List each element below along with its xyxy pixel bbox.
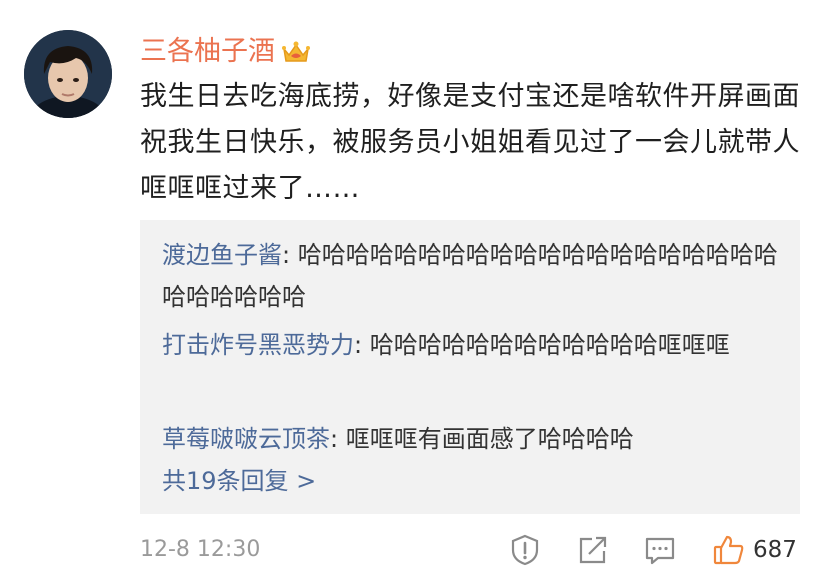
crown-badge-icon: [282, 41, 310, 62]
reply-separator: :: [282, 241, 298, 269]
reply-box[interactable]: 渡边鱼子酱: 哈哈哈哈哈哈哈哈哈哈哈哈哈哈哈哈哈哈哈哈哈哈哈哈哈哈 打击炸号黑恶…: [140, 220, 800, 514]
reply-item[interactable]: 打击炸号黑恶势力: 哈哈哈哈哈哈哈哈哈哈哈哈哐哐哐: [162, 324, 782, 366]
reply-separator: :: [354, 331, 370, 359]
reply-separator: :: [330, 425, 346, 453]
avatar[interactable]: [24, 30, 112, 118]
reply-text: 哐哐哐有画面感了哈哈哈哈: [345, 425, 634, 453]
reply-item[interactable]: 草莓啵啵云顶茶: 哐哐哐有画面感了哈哈哈哈: [162, 418, 782, 460]
comment-card: 三各柚子酒 我生日去吃海底捞，好像是支付宝还是啥软件开屏画面祝我生日快乐，被服务…: [0, 0, 828, 575]
share-icon[interactable]: [576, 533, 610, 567]
comment-icon[interactable]: [643, 533, 677, 567]
avatar-image: [24, 30, 112, 118]
username[interactable]: 三各柚子酒: [140, 34, 275, 70]
report-icon[interactable]: [508, 533, 542, 567]
comment-text: 我生日去吃海底捞，好像是支付宝还是啥软件开屏画面祝我生日快乐，被服务员小姐姐看见…: [140, 81, 800, 204]
reply-author[interactable]: 草莓啵啵云顶茶: [162, 425, 330, 453]
more-replies-link[interactable]: 共19条回复 >: [162, 464, 316, 498]
comment-time: 12-8 12:30: [140, 537, 261, 562]
reply-item[interactable]: 渡边鱼子酱: 哈哈哈哈哈哈哈哈哈哈哈哈哈哈哈哈哈哈哈哈哈哈哈哈哈哈: [162, 234, 782, 318]
username-row[interactable]: 三各柚子酒: [140, 34, 311, 70]
reply-text: 哈哈哈哈哈哈哈哈哈哈哈哈哐哐哐: [369, 331, 730, 359]
thumbs-up-icon[interactable]: [712, 533, 746, 567]
like-count: 687: [753, 537, 797, 563]
reply-author[interactable]: 打击炸号黑恶势力: [162, 331, 354, 359]
reply-author[interactable]: 渡边鱼子酱: [162, 241, 282, 269]
